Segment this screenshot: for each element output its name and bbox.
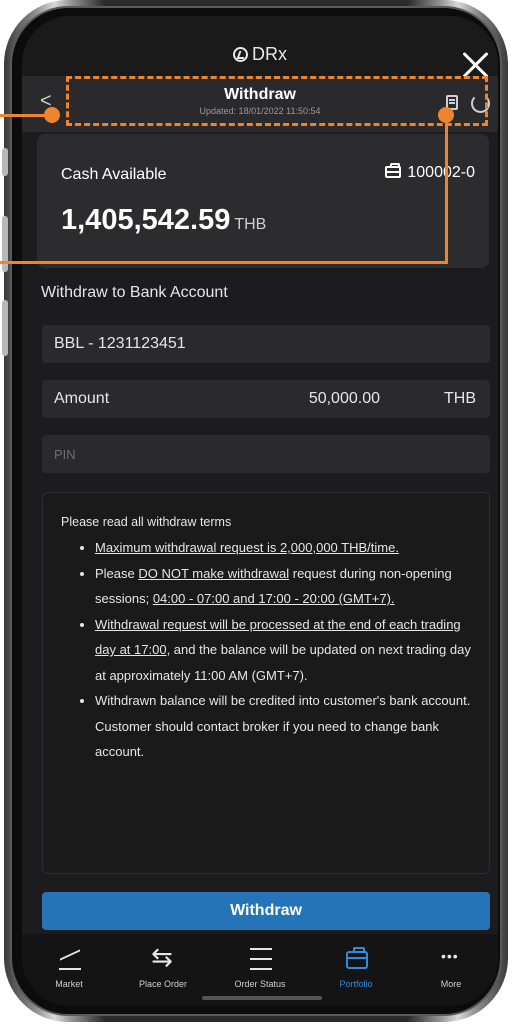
amount-currency: THB: [444, 390, 476, 407]
bank-account-value: BBL - 1231123451: [54, 335, 186, 352]
briefcase-icon: [385, 163, 402, 178]
term-link[interactable]: 04:00 - 07:00 and 17:00 - 20:00 (GMT+7).: [153, 591, 395, 606]
section-title: Withdraw to Bank Account: [41, 284, 228, 301]
more-dots-icon: [441, 948, 463, 970]
cash-available-label: Cash Available: [61, 166, 167, 183]
brand-name: DRx: [252, 44, 287, 64]
term-item: Withdrawal request will be processed at …: [95, 612, 485, 689]
annotation-line: [445, 118, 448, 264]
annotation-dot: [44, 107, 60, 123]
mute-switch: [2, 148, 8, 176]
account-number[interactable]: 100002-0: [385, 163, 475, 182]
brand-title: DRx: [22, 44, 498, 65]
terms-list: Maximum withdrawal request is 2,000,000 …: [61, 535, 485, 765]
cash-currency: THB: [234, 216, 267, 233]
nav-label: Portfolio: [339, 979, 373, 989]
term-item: Please DO NOT make withdrawal request du…: [95, 561, 485, 612]
withdraw-terms-panel: Please read all withdraw terms Maximum w…: [42, 492, 490, 874]
status-bar: DRx: [22, 16, 498, 76]
amount-label: Amount: [54, 390, 110, 407]
nav-label: Order Status: [234, 979, 286, 989]
nav-label: More: [440, 979, 462, 989]
brand-logo-icon: [233, 47, 248, 62]
terms-intro: Please read all withdraw terms: [61, 515, 232, 529]
swap-arrows-icon: [151, 942, 175, 973]
chart-line-icon: [59, 948, 81, 970]
nav-label: Market: [55, 979, 83, 989]
nav-item-portfolio[interactable]: Portfolio: [311, 934, 401, 1006]
pin-placeholder: PIN: [54, 447, 76, 462]
home-indicator: [202, 996, 322, 1000]
annotation-highlight-box: [66, 76, 488, 126]
term-item: Withdrawn balance will be credited into …: [95, 688, 485, 765]
amount-input[interactable]: Amount 50,000.00 THB: [42, 380, 490, 418]
withdraw-button[interactable]: Withdraw: [42, 892, 490, 930]
cash-available-card: Cash Available 100002-0 1,405,542.59 THB: [37, 134, 489, 268]
list-icon: [250, 948, 272, 970]
volume-down-button: [2, 300, 8, 356]
app-screen: DRx < Withdraw Updated: 18/01/2022 11:50…: [22, 16, 498, 1006]
term-link[interactable]: DO NOT make withdrawal: [138, 566, 289, 581]
annotation-line: [0, 261, 448, 264]
nav-label: Place Order: [138, 979, 188, 989]
cash-amount: 1,405,542.59: [61, 204, 231, 236]
cash-available-value: 1,405,542.59 THB: [61, 204, 266, 237]
pin-input[interactable]: PIN: [42, 435, 490, 473]
term-text: Withdrawn balance will be credited into …: [95, 693, 471, 759]
term-link[interactable]: Maximum withdrawal request is 2,000,000 …: [95, 540, 399, 555]
nav-item-market[interactable]: Market: [24, 934, 114, 1006]
amount-value: 50,000.00: [308, 390, 380, 407]
bank-account-select[interactable]: BBL - 1231123451: [42, 325, 490, 363]
phone-frame: DRx < Withdraw Updated: 18/01/2022 11:50…: [2, 0, 508, 1022]
nav-item-more[interactable]: More: [406, 934, 496, 1006]
term-item: Maximum withdrawal request is 2,000,000 …: [95, 535, 485, 561]
nav-item-place-order[interactable]: Place Order: [118, 934, 208, 1006]
account-number-text: 100002-0: [407, 164, 475, 181]
term-text: Please: [95, 565, 139, 581]
briefcase-icon: [346, 947, 368, 969]
